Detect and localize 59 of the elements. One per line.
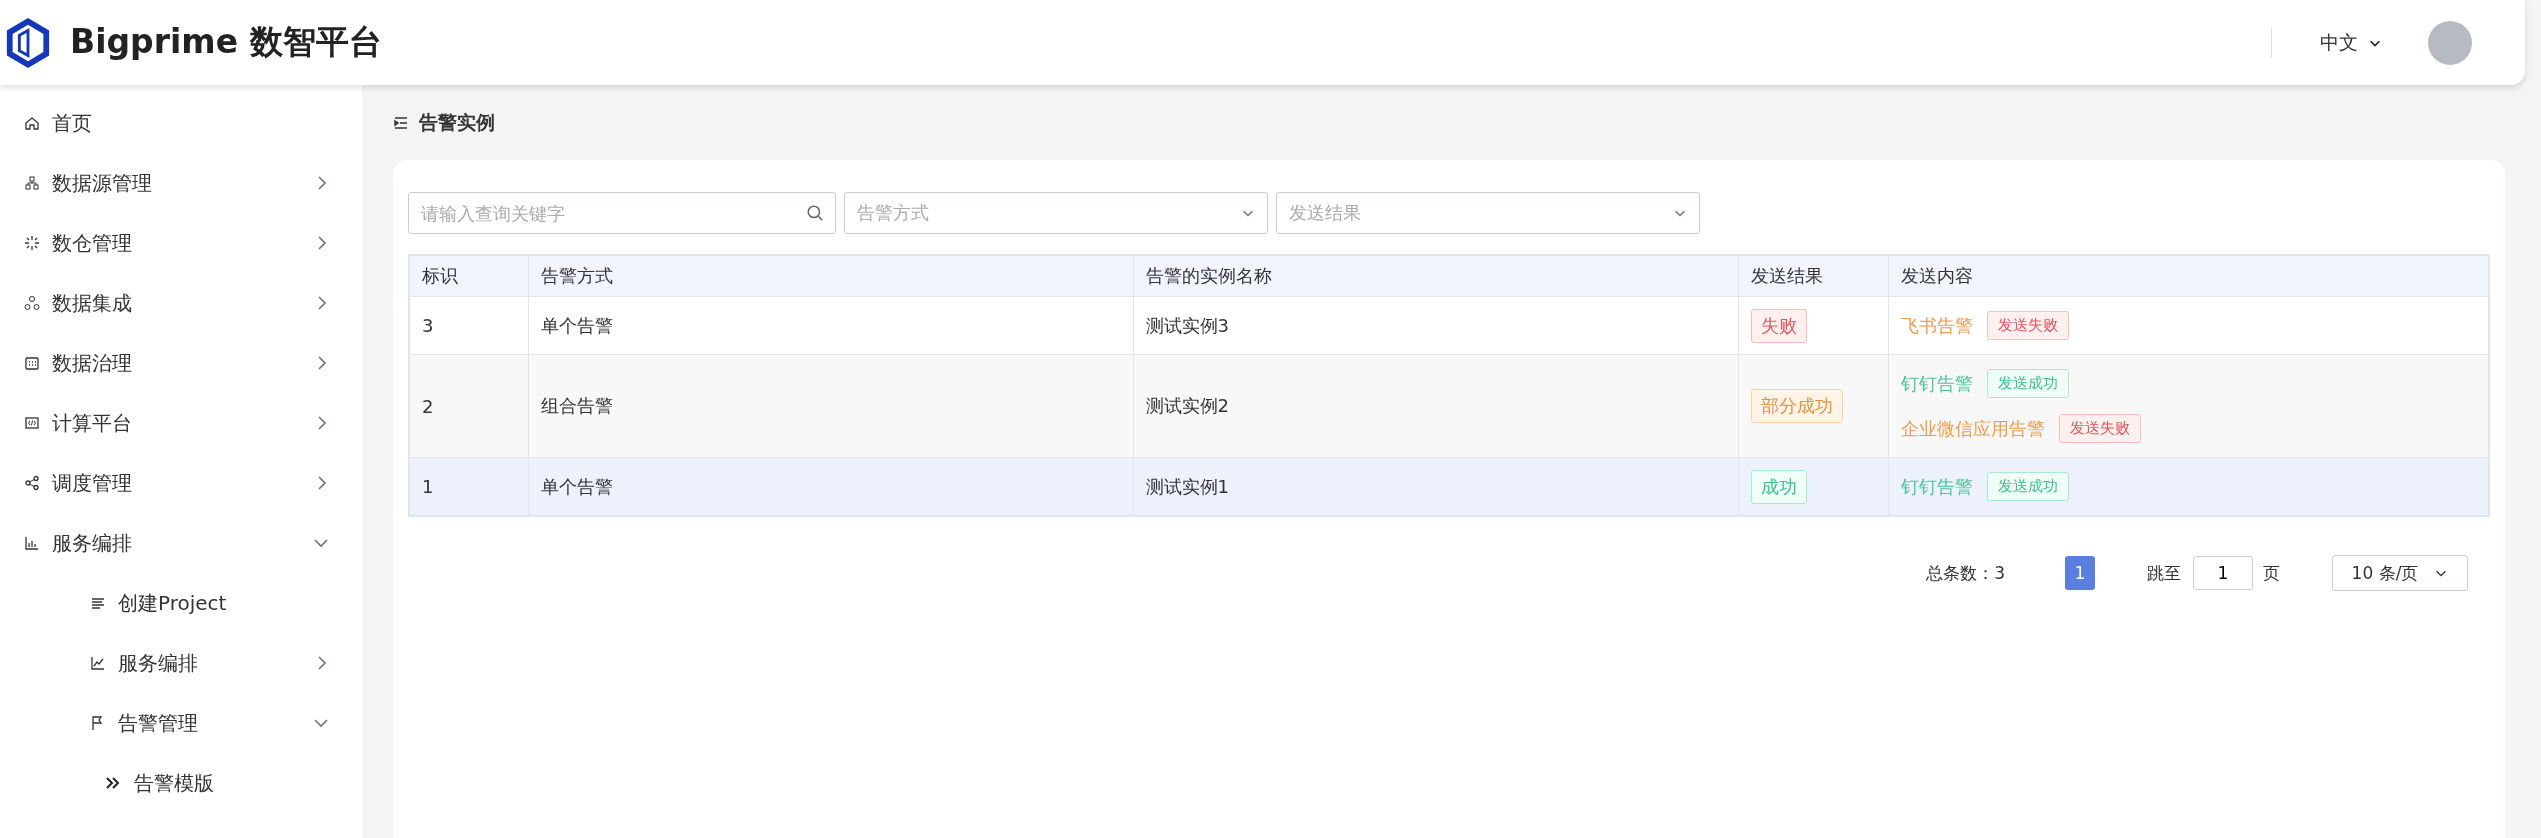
channel-label: 飞书告警 (1900, 313, 1973, 338)
column-header: 告警的实例名称 (1133, 255, 1738, 297)
table-cell: 2 (409, 354, 528, 458)
page-size-select[interactable]: 10 条/页 (2332, 555, 2468, 591)
home-icon (24, 115, 40, 131)
result-tag: 部分成功 (1750, 389, 1843, 423)
code-icon (24, 415, 40, 431)
sidebar-item[interactable]: 告警管理 (0, 693, 362, 753)
table-cell: 3 (409, 296, 528, 355)
sidebar-item[interactable]: 数据集成 (0, 273, 362, 333)
logo-icon (4, 15, 52, 70)
status-tag: 发送失败 (2058, 414, 2141, 443)
search-icon (806, 204, 824, 222)
page-title: 告警实例 (419, 109, 495, 135)
column-header: 标识 (409, 255, 528, 297)
page-input[interactable]: 1 (2193, 556, 2253, 590)
sidebar-item[interactable]: 首页 (0, 93, 362, 153)
status-tag: 发送成功 (1986, 472, 2069, 501)
page-unit: 页 (2263, 561, 2280, 585)
avatar[interactable] (2428, 20, 2472, 65)
channel-label: 钉钉告警 (1900, 474, 1973, 499)
brand-title: Bigprime 数智平台 (70, 21, 382, 63)
table-cell: 单个告警 (528, 296, 1133, 355)
column-header: 发送内容 (1888, 255, 2489, 297)
sidebar-item[interactable]: 数仓管理 (0, 213, 362, 273)
bar-chart-icon (24, 535, 40, 551)
triangle-circles-icon (24, 295, 40, 311)
nodes-icon (24, 175, 40, 191)
sidebar-item[interactable]: 数据治理 (0, 333, 362, 393)
table-cell: 组合告警 (528, 354, 1133, 458)
table-cell: 测试实例3 (1133, 296, 1738, 355)
list-icon (90, 595, 106, 611)
sidebar-item[interactable]: 创建Project (0, 573, 362, 633)
status-tag: 发送失败 (1986, 311, 2069, 340)
sidebar-item[interactable]: 调度管理 (0, 453, 362, 513)
jump-label: 跳至 (2147, 561, 2181, 585)
result-tag: 失败 (1750, 308, 1807, 343)
search-field[interactable]: 请输入查询关键字 (408, 192, 836, 234)
table-cell: 测试实例2 (1133, 354, 1738, 458)
result-tag: 成功 (1750, 469, 1807, 504)
sidebar-item[interactable]: 数据源管理 (0, 153, 362, 213)
double-chevron-icon (104, 775, 122, 791)
page-button[interactable]: 1 (2065, 556, 2095, 590)
column-header: 发送结果 (1738, 255, 1888, 297)
sparkle-icon (24, 235, 40, 251)
line-chart-icon (90, 655, 106, 671)
status-tag: 发送成功 (1986, 369, 2069, 398)
sidebar-item[interactable]: 计算平台 (0, 393, 362, 453)
indent-icon (393, 114, 409, 131)
share-icon (24, 475, 40, 491)
sidebar-item[interactable]: 服务编排 (0, 633, 362, 693)
column-header: 告警方式 (528, 255, 1133, 297)
channel-label: 企业微信应用告警 (1900, 416, 2045, 441)
total-count: 总条数：3 (1926, 561, 2005, 585)
sidebar-item[interactable]: 服务编排 (0, 513, 362, 573)
sidebar-item[interactable]: 告警模版 (0, 753, 362, 813)
calendar-icon (24, 355, 40, 371)
channel-label: 钉钉告警 (1900, 371, 1973, 396)
language-selector[interactable]: 中文 (2320, 29, 2382, 56)
